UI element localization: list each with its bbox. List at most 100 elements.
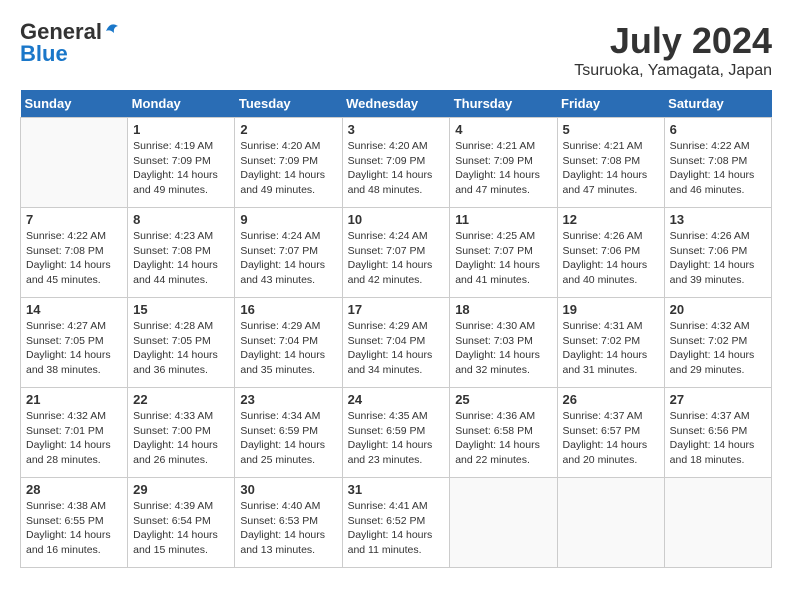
- day-info: Sunrise: 4:40 AMSunset: 6:53 PMDaylight:…: [240, 499, 336, 558]
- day-cell: 29Sunrise: 4:39 AMSunset: 6:54 PMDayligh…: [128, 478, 235, 568]
- day-number: 20: [670, 302, 766, 317]
- day-cell: 12Sunrise: 4:26 AMSunset: 7:06 PMDayligh…: [557, 208, 664, 298]
- day-number: 7: [26, 212, 122, 227]
- day-info: Sunrise: 4:31 AMSunset: 7:02 PMDaylight:…: [563, 319, 659, 378]
- day-info: Sunrise: 4:29 AMSunset: 7:04 PMDaylight:…: [240, 319, 336, 378]
- day-cell: 31 Sunrise: 4:41 AMSunset: 6:52 PMDayligh…: [342, 478, 450, 568]
- day-number: 14: [26, 302, 122, 317]
- column-header-thursday: Thursday: [450, 90, 557, 118]
- day-cell: [664, 478, 771, 568]
- week-row-5: 28Sunrise: 4:38 AMSunset: 6:55 PMDayligh…: [21, 478, 772, 568]
- day-info: Sunrise: 4:37 AMSunset: 6:57 PMDaylight:…: [563, 409, 659, 468]
- day-cell: 22 Sunrise: 4:33 AMSunset: 7:00 PMDayligh…: [128, 388, 235, 478]
- day-cell: 16 Sunrise: 4:29 AMSunset: 7:04 PMDayligh…: [235, 298, 342, 388]
- month-year: July 2024: [574, 20, 772, 62]
- day-info: Sunrise: 4:22 AMSunset: 7:08 PMDaylight:…: [670, 139, 766, 198]
- day-cell: 23 Sunrise: 4:34 AMSunset: 6:59 PMDayligh…: [235, 388, 342, 478]
- day-cell: 17Sunrise: 4:29 AMSunset: 7:04 PMDayligh…: [342, 298, 450, 388]
- day-info: Sunrise: 4:34 AMSunset: 6:59 PMDaylight:…: [240, 409, 336, 468]
- day-number: 16: [240, 302, 336, 317]
- week-row-4: 21Sunrise: 4:32 AMSunset: 7:01 PMDayligh…: [21, 388, 772, 478]
- day-cell: 25 Sunrise: 4:36 AMSunset: 6:58 PMDayligh…: [450, 388, 557, 478]
- day-cell: 28Sunrise: 4:38 AMSunset: 6:55 PMDayligh…: [21, 478, 128, 568]
- day-number: 9: [240, 212, 336, 227]
- day-info: Sunrise: 4:37 AMSunset: 6:56 PMDaylight:…: [670, 409, 766, 468]
- day-number: 13: [670, 212, 766, 227]
- day-info: Sunrise: 4:21 AMSunset: 7:08 PMDaylight:…: [563, 139, 659, 198]
- day-number: 25: [455, 392, 551, 407]
- day-cell: 9 Sunrise: 4:24 AMSunset: 7:07 PMDaylight…: [235, 208, 342, 298]
- day-number: 23: [240, 392, 336, 407]
- column-header-monday: Monday: [128, 90, 235, 118]
- day-cell: 19 Sunrise: 4:31 AMSunset: 7:02 PMDayligh…: [557, 298, 664, 388]
- day-number: 15: [133, 302, 229, 317]
- day-number: 27: [670, 392, 766, 407]
- column-header-tuesday: Tuesday: [235, 90, 342, 118]
- column-header-sunday: Sunday: [21, 90, 128, 118]
- day-info: Sunrise: 4:20 AMSunset: 7:09 PMDaylight:…: [240, 139, 336, 198]
- day-info: Sunrise: 4:27 AMSunset: 7:05 PMDaylight:…: [26, 319, 122, 378]
- day-cell: 24 Sunrise: 4:35 AMSunset: 6:59 PMDayligh…: [342, 388, 450, 478]
- day-info: Sunrise: 4:25 AMSunset: 7:07 PMDaylight:…: [455, 229, 551, 288]
- day-number: 28: [26, 482, 122, 497]
- day-info: Sunrise: 4:28 AMSunset: 7:05 PMDaylight:…: [133, 319, 229, 378]
- day-number: 1: [133, 122, 229, 137]
- day-cell: 1 Sunrise: 4:19 AMSunset: 7:09 PMDaylight…: [128, 118, 235, 208]
- day-info: Sunrise: 4:41 AMSunset: 6:52 PMDaylight:…: [348, 499, 445, 558]
- day-number: 2: [240, 122, 336, 137]
- day-number: 31: [348, 482, 445, 497]
- day-info: Sunrise: 4:21 AMSunset: 7:09 PMDaylight:…: [455, 139, 551, 198]
- day-number: 8: [133, 212, 229, 227]
- day-info: Sunrise: 4:35 AMSunset: 6:59 PMDaylight:…: [348, 409, 445, 468]
- logo-blue: Blue: [20, 42, 120, 66]
- day-info: Sunrise: 4:36 AMSunset: 6:58 PMDaylight:…: [455, 409, 551, 468]
- day-info: Sunrise: 4:24 AMSunset: 7:07 PMDaylight:…: [348, 229, 445, 288]
- day-number: 22: [133, 392, 229, 407]
- day-cell: 11 Sunrise: 4:25 AMSunset: 7:07 PMDayligh…: [450, 208, 557, 298]
- day-number: 21: [26, 392, 122, 407]
- day-info: Sunrise: 4:33 AMSunset: 7:00 PMDaylight:…: [133, 409, 229, 468]
- day-cell: 4 Sunrise: 4:21 AMSunset: 7:09 PMDaylight…: [450, 118, 557, 208]
- day-info: Sunrise: 4:22 AMSunset: 7:08 PMDaylight:…: [26, 229, 122, 288]
- day-info: Sunrise: 4:29 AMSunset: 7:04 PMDaylight:…: [348, 319, 445, 378]
- day-cell: 27 Sunrise: 4:37 AMSunset: 6:56 PMDayligh…: [664, 388, 771, 478]
- day-cell: 6 Sunrise: 4:22 AMSunset: 7:08 PMDaylight…: [664, 118, 771, 208]
- day-info: Sunrise: 4:23 AMSunset: 7:08 PMDaylight:…: [133, 229, 229, 288]
- day-number: 24: [348, 392, 445, 407]
- column-header-saturday: Saturday: [664, 90, 771, 118]
- logo: General Blue: [20, 20, 120, 66]
- day-number: 26: [563, 392, 659, 407]
- calendar-table: SundayMondayTuesdayWednesdayThursdayFrid…: [20, 90, 772, 568]
- day-cell: 15 Sunrise: 4:28 AMSunset: 7:05 PMDayligh…: [128, 298, 235, 388]
- page-header: General Blue July 2024 Tsuruoka, Yamagat…: [20, 20, 772, 80]
- day-number: 18: [455, 302, 551, 317]
- day-cell: 8 Sunrise: 4:23 AMSunset: 7:08 PMDaylight…: [128, 208, 235, 298]
- column-header-friday: Friday: [557, 90, 664, 118]
- calendar-body: 1 Sunrise: 4:19 AMSunset: 7:09 PMDaylight…: [21, 118, 772, 568]
- day-number: 10: [348, 212, 445, 227]
- day-number: 12: [563, 212, 659, 227]
- day-number: 30: [240, 482, 336, 497]
- day-number: 11: [455, 212, 551, 227]
- day-number: 19: [563, 302, 659, 317]
- day-cell: 10 Sunrise: 4:24 AMSunset: 7:07 PMDayligh…: [342, 208, 450, 298]
- day-cell: 21Sunrise: 4:32 AMSunset: 7:01 PMDayligh…: [21, 388, 128, 478]
- calendar-header-row: SundayMondayTuesdayWednesdayThursdayFrid…: [21, 90, 772, 118]
- day-number: 3: [348, 122, 445, 137]
- day-number: 6: [670, 122, 766, 137]
- day-number: 4: [455, 122, 551, 137]
- day-info: Sunrise: 4:24 AMSunset: 7:07 PMDaylight:…: [240, 229, 336, 288]
- day-cell: 2 Sunrise: 4:20 AMSunset: 7:09 PMDaylight…: [235, 118, 342, 208]
- day-cell: 18 Sunrise: 4:30 AMSunset: 7:03 PMDayligh…: [450, 298, 557, 388]
- day-info: Sunrise: 4:20 AMSunset: 7:09 PMDaylight:…: [348, 139, 445, 198]
- day-cell: 5Sunrise: 4:21 AMSunset: 7:08 PMDaylight…: [557, 118, 664, 208]
- day-info: Sunrise: 4:30 AMSunset: 7:03 PMDaylight:…: [455, 319, 551, 378]
- day-cell: 30 Sunrise: 4:40 AMSunset: 6:53 PMDayligh…: [235, 478, 342, 568]
- day-info: Sunrise: 4:19 AMSunset: 7:09 PMDaylight:…: [133, 139, 229, 198]
- day-cell: 14 Sunrise: 4:27 AMSunset: 7:05 PMDayligh…: [21, 298, 128, 388]
- day-cell: 3 Sunrise: 4:20 AMSunset: 7:09 PMDaylight…: [342, 118, 450, 208]
- title-block: July 2024 Tsuruoka, Yamagata, Japan: [574, 20, 772, 80]
- day-info: Sunrise: 4:26 AMSunset: 7:06 PMDaylight:…: [670, 229, 766, 288]
- day-cell: 13 Sunrise: 4:26 AMSunset: 7:06 PMDayligh…: [664, 208, 771, 298]
- week-row-3: 14 Sunrise: 4:27 AMSunset: 7:05 PMDayligh…: [21, 298, 772, 388]
